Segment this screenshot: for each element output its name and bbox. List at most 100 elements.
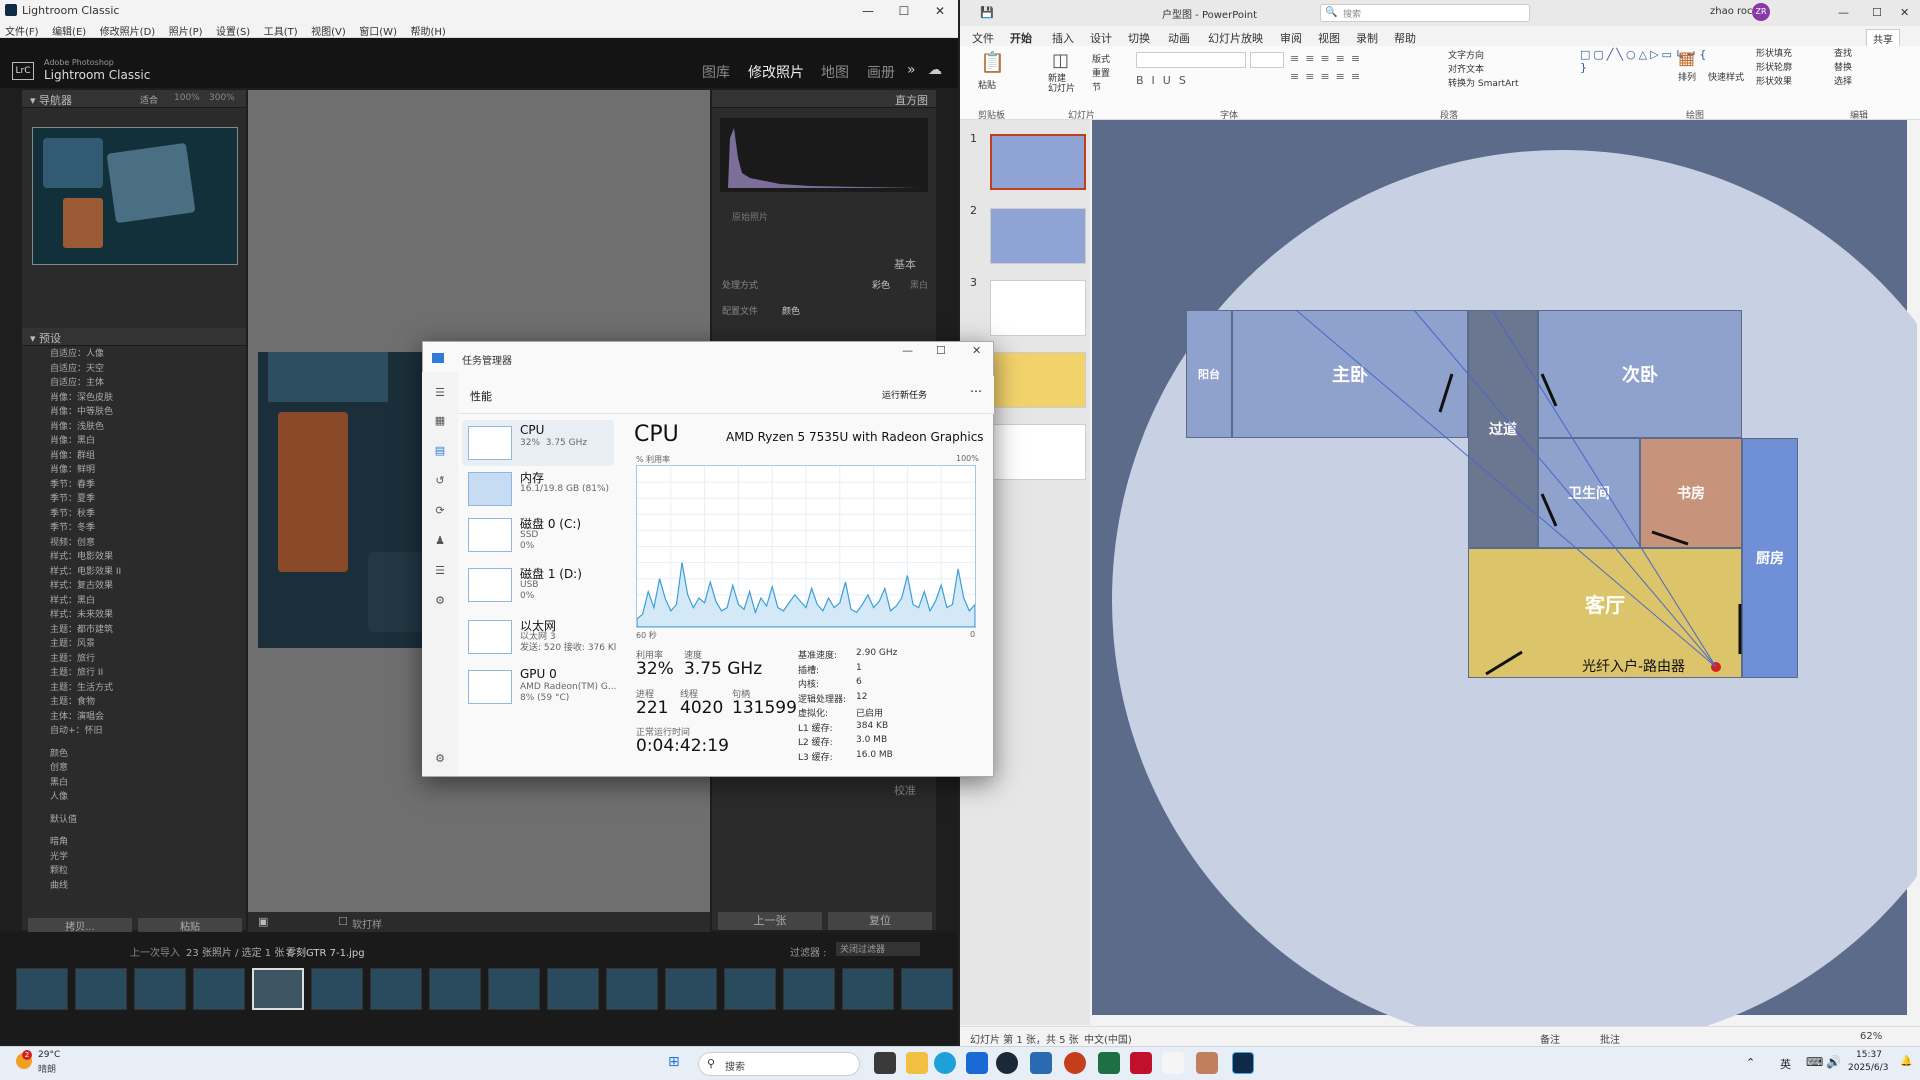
preset-item[interactable]: 颜色 <box>22 746 246 761</box>
close-button[interactable]: ✕ <box>972 344 981 357</box>
startup-apps-icon[interactable]: ⟳ <box>433 504 447 517</box>
start-button[interactable]: ⊞ <box>668 1054 680 1070</box>
preset-item[interactable]: 样式：电影效果 II <box>22 564 246 579</box>
slide-thumbnail-5[interactable] <box>990 424 1086 480</box>
preset-item[interactable]: 主题：食物 <box>22 694 246 709</box>
close-button[interactable]: ✕ <box>922 0 958 22</box>
weather-temperature[interactable]: 29°C <box>38 1050 60 1060</box>
text-direction-button[interactable]: 文字方向 <box>1448 48 1484 61</box>
menu-file[interactable]: 文件(F) <box>0 22 44 39</box>
run-new-task-button[interactable]: 运行新任务 <box>882 388 927 401</box>
preset-item[interactable]: 主题：生活方式 <box>22 680 246 695</box>
preset-item[interactable]: 曲线 <box>22 878 246 893</box>
filmstrip-thumbnail[interactable] <box>606 968 658 1010</box>
tab-help[interactable]: 帮助 <box>1394 30 1416 46</box>
filmstrip-thumbnail[interactable] <box>75 968 127 1010</box>
processes-icon[interactable]: ▦ <box>433 414 447 427</box>
layout-button[interactable]: 版式 <box>1092 52 1110 65</box>
menu-view[interactable]: 视图(V) <box>306 22 351 39</box>
store-icon[interactable] <box>966 1052 988 1074</box>
task-view-icon[interactable] <box>874 1052 896 1074</box>
preset-item[interactable]: 肖像：黑白 <box>22 433 246 448</box>
calibration-header[interactable]: 校准 <box>712 782 936 798</box>
preset-item[interactable]: 样式：黑白 <box>22 593 246 608</box>
maximize-button[interactable]: ☐ <box>936 344 946 357</box>
preset-item[interactable]: 肖像：中等肤色 <box>22 404 246 419</box>
tab-design[interactable]: 设计 <box>1090 30 1112 46</box>
main-photo[interactable] <box>258 352 430 648</box>
preset-item[interactable]: 肖像：鲜明 <box>22 462 246 477</box>
edge-icon[interactable] <box>934 1052 956 1074</box>
shapes-gallery[interactable]: □▢╱╲○△▷▭↳↵{ } <box>1580 48 1706 90</box>
users-icon[interactable]: ♟ <box>433 534 447 547</box>
filmstrip-source[interactable]: 上一次导入 <box>130 944 180 959</box>
app-icon[interactable] <box>1196 1052 1218 1074</box>
arrange-icon[interactable]: ▦ <box>1678 48 1695 69</box>
shape-outline-button[interactable]: 形状轮廓 <box>1756 60 1792 73</box>
filmstrip-thumbnail[interactable] <box>665 968 717 1010</box>
font-size-select[interactable] <box>1250 52 1284 68</box>
performance-item[interactable]: 磁盘 0 (C:) SSD 0% <box>462 512 614 558</box>
performance-item[interactable]: CPU 32% 3.75 GHz <box>462 420 614 466</box>
preset-item[interactable]: 肖像：浅肤色 <box>22 419 246 434</box>
find-button[interactable]: 查找 <box>1834 46 1852 59</box>
preset-item[interactable]: 肖像：群组 <box>22 448 246 463</box>
slide-thumbnail-2[interactable] <box>990 208 1086 264</box>
arrange-button[interactable]: 排列 <box>1678 70 1696 83</box>
preset-item[interactable]: 主体：演唱会 <box>22 709 246 724</box>
preset-item[interactable]: 样式：电影效果 <box>22 549 246 564</box>
filmstrip-thumbnail[interactable] <box>547 968 599 1010</box>
language-indicator[interactable]: 中文(中国) <box>1084 1031 1132 1046</box>
quick-styles-button[interactable]: 快速样式 <box>1708 70 1744 83</box>
filmstrip-thumbnail[interactable] <box>16 968 68 1010</box>
more-modules-icon[interactable]: » <box>907 62 916 78</box>
slide-thumbnail-1[interactable] <box>990 134 1086 190</box>
preset-item[interactable]: 自适应：人像 <box>22 346 246 361</box>
menu-photo[interactable]: 照片(P) <box>164 22 208 39</box>
taskbar-search[interactable]: ⚲ 搜索 <box>698 1052 860 1076</box>
task-manager-taskbar-icon[interactable] <box>1030 1052 1052 1074</box>
preset-item[interactable]: 季节：冬季 <box>22 520 246 535</box>
align-text-button[interactable]: 对齐文本 <box>1448 62 1484 75</box>
font-format-buttons[interactable]: BIUS <box>1136 74 1194 87</box>
preset-item[interactable]: 主题：风景 <box>22 636 246 651</box>
filter-select[interactable]: 关闭过滤器 <box>836 942 920 956</box>
preset-item[interactable]: 季节：秋季 <box>22 506 246 521</box>
services-icon[interactable]: ⚙ <box>433 594 447 607</box>
zoom-300[interactable]: 300% <box>209 93 235 103</box>
paragraph-icons[interactable]: ≡≡≡≡≡ <box>1290 52 1440 65</box>
aida64-icon[interactable] <box>1130 1052 1152 1074</box>
menu-tools[interactable]: 工具(T) <box>259 22 303 39</box>
tab-file[interactable]: 文件 <box>972 30 994 46</box>
steam-icon[interactable] <box>996 1052 1018 1074</box>
module-map[interactable]: 地图 <box>821 62 849 82</box>
module-library[interactable]: 图库 <box>702 62 730 82</box>
minimize-button[interactable]: — <box>850 0 886 22</box>
tab-transitions[interactable]: 切换 <box>1128 30 1150 46</box>
slide-thumbnail-4[interactable] <box>990 352 1086 408</box>
filmstrip-thumbnail[interactable] <box>134 968 186 1010</box>
performance-item[interactable]: 内存 16.1/19.8 GB (81%) <box>462 466 614 512</box>
preset-item[interactable]: 样式：未来效果 <box>22 607 246 622</box>
preset-item[interactable]: 季节：夏季 <box>22 491 246 506</box>
minimize-button[interactable]: — <box>902 344 913 357</box>
filmstrip-thumbnail[interactable] <box>724 968 776 1010</box>
network-icon[interactable]: ⌨ <box>1806 1055 1823 1069</box>
preset-item[interactable]: 光学 <box>22 849 246 864</box>
ime-indicator[interactable]: 英 <box>1780 1056 1791 1072</box>
cloud-icon[interactable]: ☁ <box>928 62 942 78</box>
reset-button[interactable]: 复位 <box>828 912 932 930</box>
menu-help[interactable]: 帮助(H) <box>405 22 450 39</box>
zoom-level[interactable]: 62% <box>1860 1031 1882 1042</box>
previous-button[interactable]: 上一张 <box>718 912 822 930</box>
new-slide-button[interactable]: 新建 幻灯片 <box>1048 74 1075 94</box>
preset-item[interactable]: 暗角 <box>22 834 246 849</box>
filmstrip-thumbnail[interactable] <box>488 968 540 1010</box>
shape-fill-button[interactable]: 形状填充 <box>1756 46 1792 59</box>
minimize-button[interactable]: — <box>1838 6 1849 19</box>
clock-date[interactable]: 2025/6/3 <box>1848 1063 1888 1073</box>
new-slide-icon[interactable]: ◫ <box>1052 50 1069 71</box>
excel-taskbar-icon[interactable] <box>1098 1052 1120 1074</box>
basic-header[interactable]: 基本 <box>712 256 936 272</box>
comments-button[interactable]: 批注 <box>1600 1031 1620 1046</box>
